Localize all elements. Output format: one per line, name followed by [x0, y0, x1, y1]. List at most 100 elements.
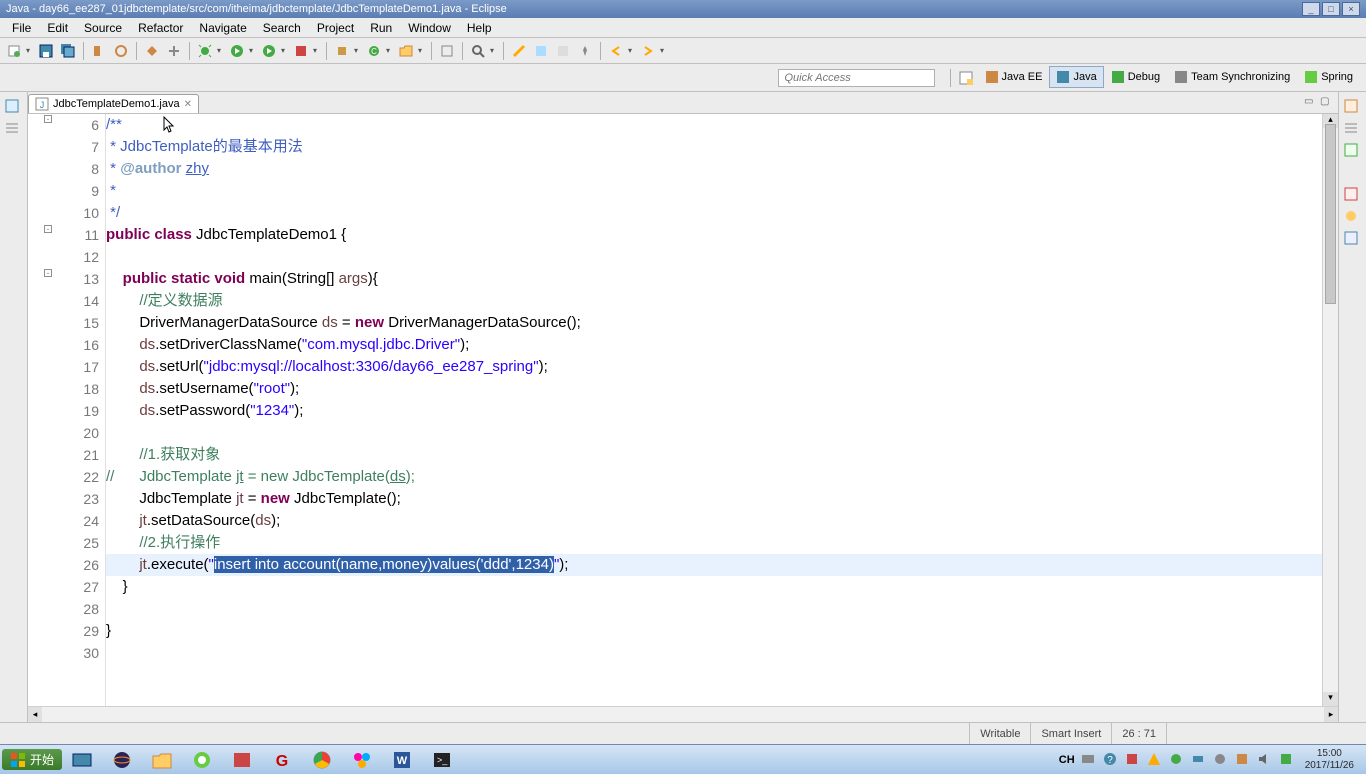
ime-indicator[interactable]: CH	[1059, 754, 1075, 766]
view-button[interactable]	[1343, 98, 1363, 118]
view-button[interactable]	[1343, 186, 1363, 206]
menu-run[interactable]: Run	[362, 19, 400, 37]
annotation-button[interactable]	[531, 41, 551, 61]
tray-icon[interactable]	[1125, 752, 1141, 768]
perspective-spring[interactable]: Spring	[1297, 66, 1360, 88]
start-label: 开始	[30, 751, 54, 768]
taskbar-item-word[interactable]: W	[383, 747, 421, 773]
menu-source[interactable]: Source	[76, 19, 130, 37]
vertical-scrollbar[interactable]: ▴ ▾	[1322, 114, 1338, 706]
taskbar-item[interactable]	[63, 747, 101, 773]
taskbar-item-terminal[interactable]: >_	[423, 747, 461, 773]
tray-volume-icon[interactable]	[1257, 752, 1273, 768]
tool-button[interactable]	[142, 41, 162, 61]
tray-icon[interactable]	[1235, 752, 1251, 768]
menu-help[interactable]: Help	[459, 19, 500, 37]
tool-button[interactable]	[553, 41, 573, 61]
editor-tab-bar: J JdbcTemplateDemo1.java ✕ ▭ ▢	[28, 92, 1338, 114]
editor-tab[interactable]: J JdbcTemplateDemo1.java ✕	[28, 94, 199, 113]
taskbar-item[interactable]	[143, 747, 181, 773]
external-tools-button[interactable]	[291, 41, 311, 61]
tray-icon[interactable]	[1147, 752, 1163, 768]
pin-button[interactable]	[575, 41, 595, 61]
view-button[interactable]	[1343, 142, 1363, 162]
menu-project[interactable]: Project	[309, 19, 362, 37]
windows-logo-icon	[10, 752, 26, 768]
new-folder-button[interactable]	[396, 41, 416, 61]
mouse-cursor-icon	[163, 116, 175, 134]
code-editor[interactable]: --- 678910111213141516171819202122232425…	[28, 114, 1338, 706]
minimize-button[interactable]: _	[1302, 2, 1320, 16]
save-button[interactable]	[36, 41, 56, 61]
window-title: Java - day66_ee287_01jdbctemplate/src/co…	[6, 3, 507, 15]
taskbar-item[interactable]	[183, 747, 221, 773]
menu-refactor[interactable]: Refactor	[130, 19, 191, 37]
tray-icon[interactable]: ?	[1103, 752, 1119, 768]
view-button[interactable]	[1343, 120, 1363, 140]
windows-taskbar: 开始 G W >_ CH ? 15:00 2017/11/26	[0, 744, 1366, 774]
taskbar-item-chrome[interactable]	[303, 747, 341, 773]
perspective-debug[interactable]: Debug	[1104, 66, 1167, 88]
view-button[interactable]	[4, 98, 24, 118]
view-button[interactable]	[1343, 208, 1363, 228]
tray-icon[interactable]	[1213, 752, 1229, 768]
taskbar-item[interactable]	[343, 747, 381, 773]
status-writable: Writable	[969, 723, 1030, 744]
search-button[interactable]	[468, 41, 488, 61]
main-editor-area: J JdbcTemplateDemo1.java ✕ ▭ ▢ --- 67891…	[0, 92, 1366, 722]
view-button[interactable]	[1343, 230, 1363, 250]
tool-button[interactable]	[89, 41, 109, 61]
tab-close-icon[interactable]: ✕	[184, 99, 192, 110]
taskbar-item[interactable]	[223, 747, 261, 773]
svg-text:G: G	[276, 753, 288, 770]
tray-icon[interactable]	[1191, 752, 1207, 768]
close-button[interactable]: ×	[1342, 2, 1360, 16]
maximize-view-icon[interactable]: ▢	[1320, 96, 1334, 110]
tray-icon[interactable]	[1279, 752, 1295, 768]
svg-text:>_: >_	[437, 755, 448, 765]
quick-access-input[interactable]	[778, 69, 935, 87]
perspective-team[interactable]: Team Synchronizing	[1167, 66, 1297, 88]
taskbar-item-eclipse[interactable]	[103, 747, 141, 773]
menu-search[interactable]: Search	[255, 19, 309, 37]
tool-button[interactable]	[164, 41, 184, 61]
view-button[interactable]	[4, 120, 24, 140]
open-perspective-button[interactable]	[956, 68, 976, 88]
perspective-bar: Java EEJavaDebugTeam SynchronizingSpring	[0, 64, 1366, 92]
debug-button[interactable]	[195, 41, 215, 61]
start-button[interactable]: 开始	[2, 749, 62, 770]
toggle-mark-button[interactable]	[509, 41, 529, 61]
svg-text:?: ?	[1107, 755, 1113, 766]
menu-edit[interactable]: Edit	[39, 19, 76, 37]
forward-button[interactable]	[638, 41, 658, 61]
perspective-javaee[interactable]: Java EE	[978, 66, 1050, 88]
menu-window[interactable]: Window	[400, 19, 459, 37]
new-package-button[interactable]	[332, 41, 352, 61]
tray-icon[interactable]	[1081, 752, 1097, 768]
window-title-bar: Java - day66_ee287_01jdbctemplate/src/co…	[0, 0, 1366, 18]
svg-text:W: W	[397, 755, 408, 767]
minimize-view-icon[interactable]: ▭	[1304, 96, 1318, 110]
menu-file[interactable]: File	[4, 19, 39, 37]
status-insert-mode: Smart Insert	[1030, 723, 1111, 744]
open-type-button[interactable]	[437, 41, 457, 61]
save-all-button[interactable]	[58, 41, 78, 61]
new-class-button[interactable]: C	[364, 41, 384, 61]
svg-text:C: C	[371, 47, 377, 56]
run-button[interactable]	[227, 41, 247, 61]
perspective-java[interactable]: Java	[1049, 66, 1103, 88]
left-trim-stack	[0, 92, 28, 722]
back-button[interactable]	[606, 41, 626, 61]
tool-button[interactable]	[111, 41, 131, 61]
new-button[interactable]	[4, 41, 24, 61]
menu-navigate[interactable]: Navigate	[191, 19, 254, 37]
maximize-button[interactable]: □	[1322, 2, 1340, 16]
svg-text:J: J	[40, 100, 45, 110]
main-toolbar: ▾ ▾ ▾ ▾ ▾ ▾ C▾ ▾ ▾ ▾ ▾	[0, 38, 1366, 64]
run-last-button[interactable]	[259, 41, 279, 61]
horizontal-scrollbar[interactable]: ◂▸	[28, 706, 1338, 722]
menu-bar: FileEditSourceRefactorNavigateSearchProj…	[0, 18, 1366, 38]
status-bar: Writable Smart Insert 26 : 71	[0, 722, 1366, 744]
tray-icon[interactable]	[1169, 752, 1185, 768]
taskbar-item[interactable]: G	[263, 747, 301, 773]
